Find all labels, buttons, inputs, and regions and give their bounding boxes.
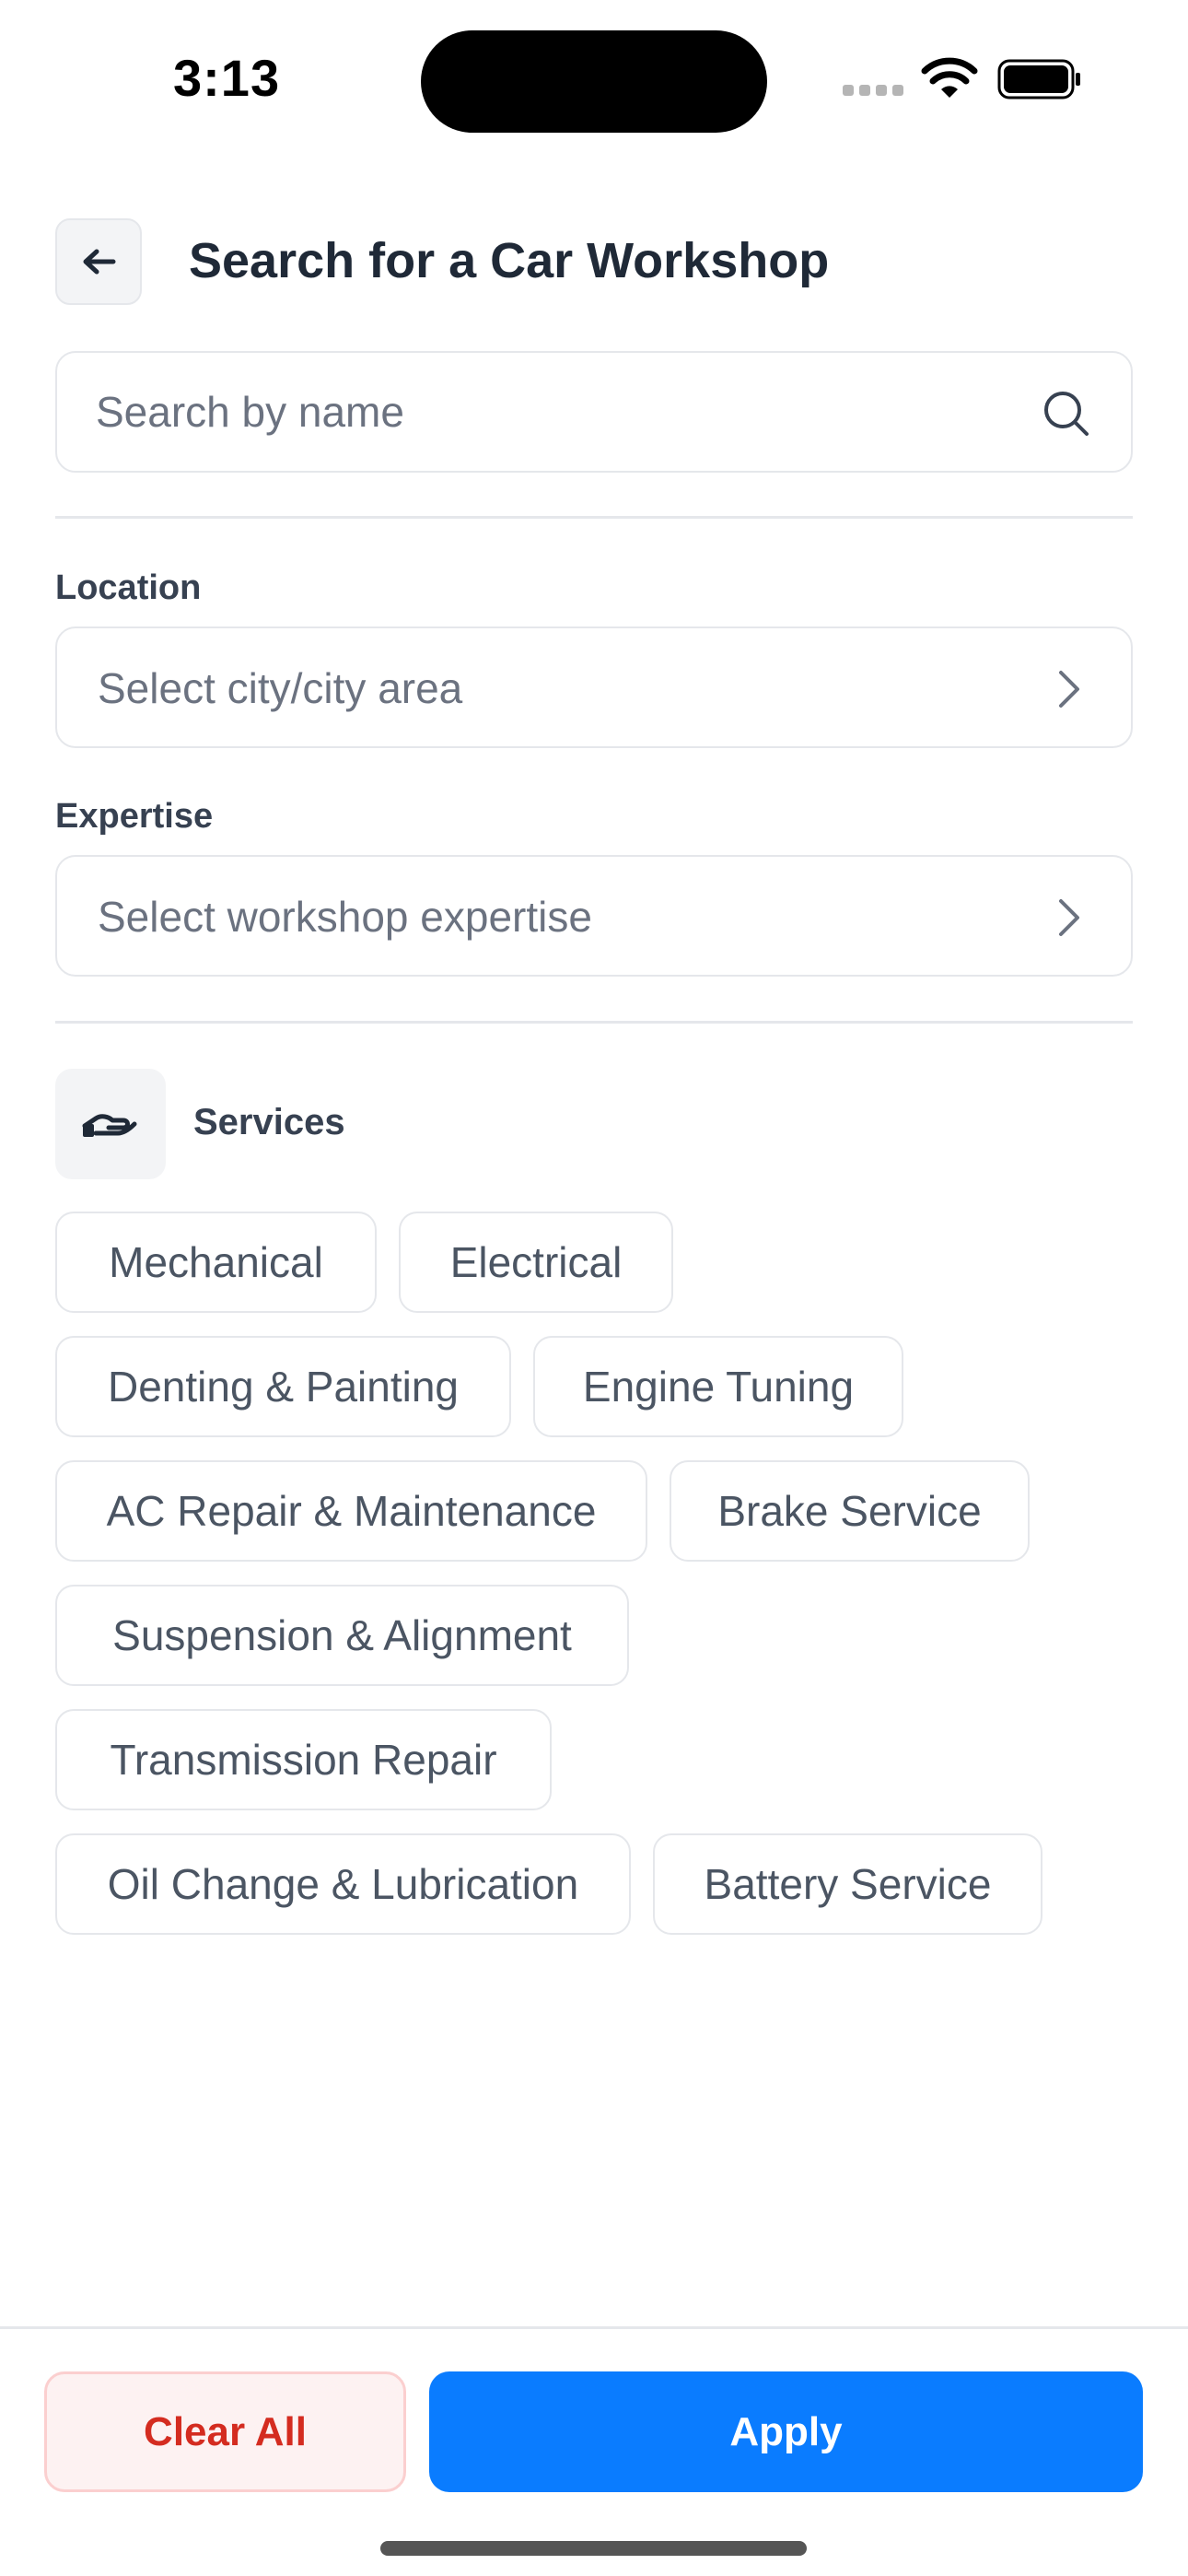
arrow-left-icon [83, 249, 116, 275]
location-placeholder: Select city/city area [98, 664, 463, 712]
service-chip-mechanical[interactable]: Mechanical [55, 1212, 377, 1313]
service-chip-electrical[interactable]: Electrical [399, 1212, 673, 1313]
apply-button[interactable]: Apply [429, 2371, 1143, 2492]
back-button[interactable] [55, 218, 142, 305]
service-chip-suspension-alignment[interactable]: Suspension & Alignment [55, 1585, 629, 1686]
expertise-label: Expertise [55, 797, 214, 836]
page-title: Search for a Car Workshop [189, 233, 830, 288]
home-indicator[interactable] [380, 2541, 807, 2556]
service-chip-ac-repair[interactable]: AC Repair & Maintenance [55, 1460, 647, 1562]
expertise-placeholder: Select workshop expertise [98, 893, 592, 941]
service-chip-denting-painting[interactable]: Denting & Painting [55, 1336, 511, 1437]
location-select[interactable]: Select city/city area [55, 626, 1133, 748]
clear-all-button[interactable]: Clear All [44, 2371, 406, 2492]
dynamic-island [421, 30, 767, 133]
section-divider [55, 1021, 1133, 1024]
services-title: Services [193, 1102, 345, 1142]
search-icon[interactable] [1042, 390, 1090, 438]
location-label: Location [55, 568, 202, 607]
hand-wrench-icon [82, 1114, 137, 1137]
service-chip-engine-tuning[interactable]: Engine Tuning [533, 1336, 903, 1437]
service-chip-brake-service[interactable]: Brake Service [670, 1460, 1030, 1562]
bottom-bar-divider [0, 2326, 1188, 2329]
chevron-right-icon [1059, 899, 1079, 936]
service-chip-transmission-repair[interactable]: Transmission Repair [55, 1709, 552, 1810]
search-input[interactable] [96, 353, 1017, 471]
status-time: 3:13 [173, 49, 281, 107]
service-chip-battery-service[interactable]: Battery Service [653, 1833, 1042, 1935]
service-chip-oil-change[interactable]: Oil Change & Lubrication [55, 1833, 631, 1935]
chevron-right-icon [1059, 671, 1079, 708]
services-icon-box [55, 1069, 166, 1179]
expertise-select[interactable]: Select workshop expertise [55, 855, 1133, 977]
search-box [55, 351, 1133, 473]
cellular-signal-icon [843, 85, 903, 96]
wifi-icon [921, 57, 978, 98]
status-bar: 3:13 [0, 0, 1188, 147]
section-divider [55, 516, 1133, 519]
battery-icon [997, 59, 1080, 100]
